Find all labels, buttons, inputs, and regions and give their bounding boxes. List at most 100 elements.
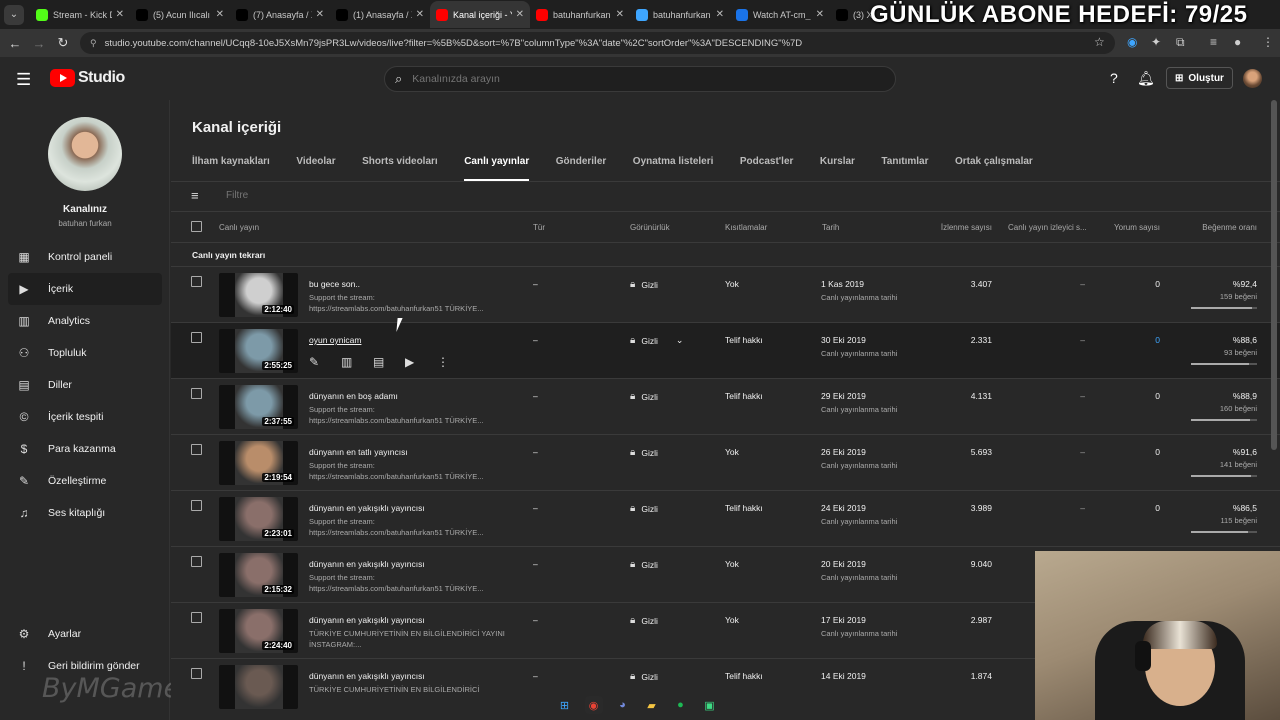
video-title[interactable]: dünyanın en boş adamı bbox=[309, 391, 398, 401]
video-thumbnail[interactable]: 2:12:40 bbox=[219, 273, 298, 317]
browser-tab[interactable]: Kanal içeriği - Y ✕ bbox=[430, 1, 530, 28]
col-concurrent-viewers[interactable]: Canlı yayın izleyici s... bbox=[1008, 223, 1087, 232]
channel-search[interactable]: ⌕ bbox=[384, 66, 896, 92]
video-title[interactable]: bu gece son.. bbox=[309, 279, 360, 289]
close-tab-icon[interactable]: ✕ bbox=[116, 9, 124, 20]
close-tab-icon[interactable]: ✕ bbox=[316, 9, 324, 20]
close-tab-icon[interactable]: ✕ bbox=[616, 9, 624, 20]
video-title[interactable]: dünyanın en yakışıklı yayıncısı bbox=[309, 615, 425, 625]
site-info-icon[interactable]: ⚲ bbox=[90, 38, 97, 49]
col-like-ratio[interactable]: Beğenme oranı bbox=[1202, 223, 1257, 232]
row-checkbox[interactable] bbox=[191, 556, 202, 567]
col-date[interactable]: Tarih bbox=[822, 223, 839, 232]
bookmark-star-icon[interactable]: ☆ bbox=[1094, 35, 1105, 49]
app-icon[interactable]: ▣ bbox=[701, 696, 719, 714]
video-title[interactable]: dünyanın en tatlı yayıncısı bbox=[309, 447, 408, 457]
content-tab[interactable]: Ortak çalışmalar bbox=[955, 156, 1033, 181]
content-tab[interactable]: Tanıtımlar bbox=[881, 156, 928, 181]
browser-tab[interactable]: batuhanfurkan ✕ bbox=[530, 1, 630, 28]
content-tab[interactable]: Kurslar bbox=[820, 156, 855, 181]
video-title[interactable]: oyun oynicam bbox=[309, 335, 361, 345]
sidebar-item[interactable]: ⚇ Topluluk bbox=[8, 337, 162, 369]
chevron-down-icon[interactable]: ⌄ bbox=[676, 335, 684, 346]
comments-icon[interactable]: ▤ bbox=[373, 355, 405, 369]
row-checkbox[interactable] bbox=[191, 612, 202, 623]
help-icon[interactable]: ? bbox=[1110, 70, 1118, 86]
menu-icon[interactable]: ☰ bbox=[16, 70, 31, 90]
sidebar-item[interactable]: ⚙ Ayarlar bbox=[8, 618, 162, 650]
extensions-puzzle-icon[interactable]: ⧉ bbox=[1176, 35, 1185, 50]
sidebar-item[interactable]: ▶ İçerik bbox=[8, 273, 162, 305]
studio-logo[interactable]: Studio bbox=[50, 69, 125, 87]
extension-icon[interactable]: ◉ bbox=[1127, 35, 1137, 49]
browser-menu-icon[interactable]: ⋮ bbox=[1262, 35, 1274, 49]
extension-icon[interactable]: ✦ bbox=[1151, 35, 1161, 49]
spotify-icon[interactable]: ● bbox=[672, 696, 690, 714]
filter-icon[interactable]: ≡ bbox=[191, 188, 205, 203]
video-title[interactable]: dünyanın en yakışıklı yayıncısı bbox=[309, 671, 425, 681]
content-tab[interactable]: Oynatma listeleri bbox=[633, 156, 714, 181]
forward-icon[interactable]: → bbox=[27, 36, 51, 51]
col-type[interactable]: Tür bbox=[533, 223, 545, 232]
content-tab[interactable]: Shorts videoları bbox=[362, 156, 438, 181]
col-visibility[interactable]: Görünürlük bbox=[630, 223, 670, 232]
col-stream[interactable]: Canlı yayın bbox=[219, 223, 259, 232]
content-tab[interactable]: Podcast'ler bbox=[740, 156, 794, 181]
browser-tab[interactable]: Watch AT-cm_ ✕ bbox=[730, 1, 830, 28]
sidebar-item[interactable]: © İçerik tespiti bbox=[8, 401, 162, 433]
analytics-icon[interactable]: ▥ bbox=[341, 355, 373, 369]
back-icon[interactable]: ← bbox=[3, 36, 27, 51]
sidebar-item[interactable]: ✎ Özelleştirme bbox=[8, 465, 162, 497]
account-avatar[interactable] bbox=[1243, 69, 1262, 88]
channel-avatar[interactable] bbox=[48, 117, 122, 191]
discord-icon[interactable]: ◕ bbox=[614, 696, 632, 714]
notifications-bell-icon[interactable]: 🔔︎ bbox=[1137, 70, 1155, 87]
close-tab-icon[interactable]: ✕ bbox=[816, 9, 824, 20]
search-input[interactable] bbox=[412, 73, 853, 85]
col-comments[interactable]: Yorum sayısı bbox=[1114, 223, 1160, 232]
file-explorer-icon[interactable]: ▰ bbox=[643, 696, 661, 714]
close-tab-icon[interactable]: ✕ bbox=[516, 9, 524, 20]
browser-tab[interactable]: Stream - Kick D ✕ bbox=[30, 1, 130, 28]
reload-icon[interactable]: ↻ bbox=[51, 35, 75, 51]
video-thumbnail[interactable] bbox=[219, 665, 298, 709]
windows-start-icon[interactable]: ⊞ bbox=[556, 696, 574, 714]
video-title[interactable]: dünyanın en yakışıklı yayıncısı bbox=[309, 503, 425, 513]
visibility-value[interactable]: 🔒︎ Gizli ⌄ bbox=[630, 335, 683, 346]
video-thumbnail[interactable]: 2:37:55 bbox=[219, 385, 298, 429]
video-thumbnail[interactable]: 2:19:54 bbox=[219, 441, 298, 485]
chrome-icon[interactable]: ◉ bbox=[584, 696, 603, 714]
profile-avatar-icon[interactable]: ● bbox=[1234, 35, 1241, 49]
comments-value[interactable]: 0 bbox=[1155, 335, 1160, 345]
youtube-view-icon[interactable]: ▶ bbox=[405, 355, 437, 369]
sidebar-item[interactable]: ▥ Analytics bbox=[8, 305, 162, 337]
sidebar-item[interactable]: $ Para kazanma bbox=[8, 433, 162, 465]
sidebar-item[interactable]: ▤ Diller bbox=[8, 369, 162, 401]
video-thumbnail[interactable]: 2:23:01 bbox=[219, 497, 298, 541]
row-checkbox[interactable] bbox=[191, 276, 202, 287]
filter-input[interactable] bbox=[226, 190, 426, 201]
table-row[interactable]: 2:55:25 oyun oynicam ✎ ▥ ▤ ▶ ⋮ – 🔒︎ Gizl… bbox=[171, 322, 1280, 378]
more-options-icon[interactable]: ⋮ bbox=[437, 355, 469, 369]
row-checkbox[interactable] bbox=[191, 668, 202, 679]
video-title[interactable]: dünyanın en yakışıklı yayıncısı bbox=[309, 559, 425, 569]
col-restrictions[interactable]: Kısıtlamalar bbox=[725, 223, 767, 232]
browser-tab[interactable]: batuhanfurkan ✕ bbox=[630, 1, 730, 28]
table-row[interactable]: 2:23:01 dünyanın en yakışıklı yayıncısı S… bbox=[171, 490, 1280, 546]
content-tab[interactable]: Videolar bbox=[296, 156, 335, 181]
page-scrollbar[interactable] bbox=[1271, 100, 1277, 450]
video-thumbnail[interactable]: 2:55:25 bbox=[219, 329, 298, 373]
select-all-checkbox[interactable] bbox=[191, 221, 202, 232]
close-tab-icon[interactable]: ✕ bbox=[416, 9, 424, 20]
sidebar-item[interactable]: ▦ Kontrol paneli bbox=[8, 241, 162, 273]
close-tab-icon[interactable]: ✕ bbox=[216, 9, 224, 20]
create-button[interactable]: ⊞ Oluştur bbox=[1166, 67, 1233, 89]
table-row[interactable]: 2:37:55 dünyanın en boş adamı Support the… bbox=[171, 378, 1280, 434]
table-row[interactable]: 2:12:40 bu gece son.. Support the stream:… bbox=[171, 266, 1280, 322]
sidebar-item[interactable]: ♫ Ses kitaplığı bbox=[8, 497, 162, 529]
url-field[interactable]: ⚲ studio.youtube.com/channel/UCqq8-10eJ5… bbox=[80, 32, 1115, 54]
browser-tab[interactable]: (5) Acun Ilıcalı ✕ bbox=[130, 1, 230, 28]
table-row[interactable]: 2:19:54 dünyanın en tatlı yayıncısı Suppo… bbox=[171, 434, 1280, 490]
col-views[interactable]: İzlenme sayısı bbox=[941, 223, 992, 232]
browser-tab[interactable]: (7) Anasayfa / X ✕ bbox=[230, 1, 330, 28]
